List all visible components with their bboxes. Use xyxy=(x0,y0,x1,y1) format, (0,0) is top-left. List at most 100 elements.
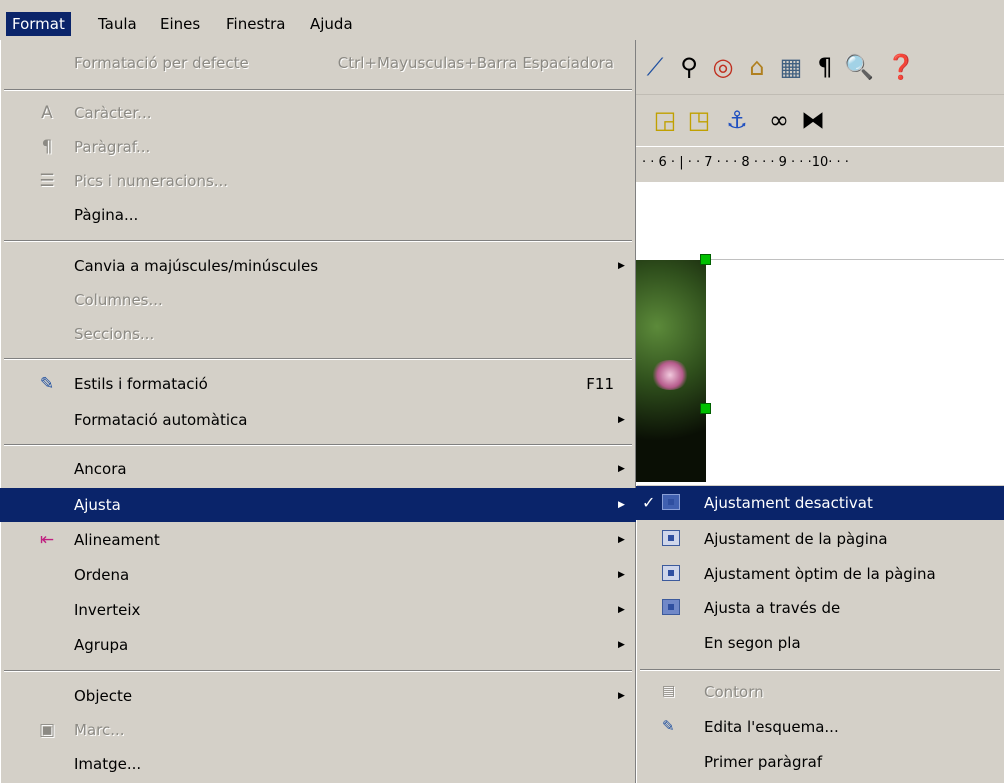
submenu-arrow-icon: ▶ xyxy=(618,570,625,580)
submenu-item-label: Ajustament desactivat xyxy=(704,494,873,512)
menu-item-label: Ajusta xyxy=(74,496,121,514)
resize-handle-middle[interactable] xyxy=(700,403,711,414)
bring-to-front-icon[interactable]: ◲ xyxy=(650,105,680,135)
character-icon: A xyxy=(41,103,53,123)
menu-ajuda[interactable]: Ajuda xyxy=(304,12,359,36)
help-icon[interactable]: ❓ xyxy=(886,52,916,82)
submenu-arrow-icon: ▶ xyxy=(618,640,625,650)
menu-item-autoformat[interactable]: Formatació automàtica ▶ xyxy=(0,403,636,437)
flower-detail xyxy=(650,360,690,390)
bullets-icon: ☰ xyxy=(39,171,55,191)
submenu-arrow-icon: ▶ xyxy=(618,464,625,474)
submenu-item-in-background[interactable]: En segon pla xyxy=(636,626,1004,660)
menu-item-label: Alineament xyxy=(74,531,160,549)
menu-separator xyxy=(4,358,632,360)
menu-item-anchor[interactable]: Ancora ▶ xyxy=(0,452,636,486)
submenu-item-label: Contorn xyxy=(704,683,764,701)
menu-separator xyxy=(4,444,632,446)
menu-bar: Format Taula Eines Finestra Ajuda xyxy=(0,0,1004,40)
menu-item-shortcut: F11 xyxy=(586,375,614,393)
gallery-icon[interactable]: ⌂ xyxy=(742,52,772,82)
menu-item-page[interactable]: Pàgina... xyxy=(0,198,636,232)
link-frames-icon[interactable]: ∞ xyxy=(764,105,794,135)
submenu-item-label: Ajusta a través de xyxy=(704,599,841,617)
menu-eines[interactable]: Eines xyxy=(154,12,206,36)
edit-contour-icon: ✎ xyxy=(662,717,675,735)
menu-item-character[interactable]: A Caràcter... xyxy=(0,96,636,130)
menu-format[interactable]: Format xyxy=(6,12,71,36)
submenu-item-edit-contour[interactable]: ✎ Edita l'esquema... xyxy=(636,710,1004,744)
wrap-off-icon xyxy=(662,494,680,510)
submenu-item-page-wrap[interactable]: Ajustament de la pàgina xyxy=(636,522,1004,556)
menu-item-paragraph[interactable]: ¶ Paràgraf... xyxy=(0,130,636,164)
submenu-item-wrap-off[interactable]: ✓ Ajustament desactivat xyxy=(636,486,1004,520)
menu-item-label: Paràgraf... xyxy=(74,138,151,156)
menu-item-group[interactable]: Agrupa ▶ xyxy=(0,628,636,662)
submenu-item-contour[interactable]: ▤ Contorn xyxy=(636,675,1004,709)
submenu-arrow-icon: ▶ xyxy=(618,500,625,510)
submenu-arrow-icon: ▶ xyxy=(618,415,625,425)
navigator-icon[interactable]: ◎ xyxy=(708,52,738,82)
menu-item-label: Imatge... xyxy=(74,755,142,773)
menu-item-wrap[interactable]: Ajusta ▶ xyxy=(0,488,636,522)
menu-item-label: Objecte xyxy=(74,687,133,705)
anchor-icon[interactable]: ⚓ xyxy=(722,105,752,135)
resize-handle-top[interactable] xyxy=(700,254,711,265)
menu-separator xyxy=(640,669,1000,671)
formatting-marks-icon[interactable]: ¶ xyxy=(810,52,840,82)
menu-separator xyxy=(4,240,632,242)
submenu-item-optimal-page-wrap[interactable]: Ajustament òptim de la pàgina xyxy=(636,557,1004,591)
menu-item-default-formatting[interactable]: Formatació per defecte Ctrl+Mayusculas+B… xyxy=(0,46,636,80)
submenu-item-label: Primer paràgraf xyxy=(704,753,823,771)
menu-separator xyxy=(4,89,632,91)
data-sources-icon[interactable]: ▦ xyxy=(776,52,806,82)
menu-item-label: Pics i numeracions... xyxy=(74,172,229,190)
submenu-arrow-icon: ▶ xyxy=(618,535,625,545)
menu-item-sections[interactable]: Seccions... xyxy=(0,317,636,351)
menu-item-columns[interactable]: Columnes... xyxy=(0,283,636,317)
menu-item-change-case[interactable]: Canvia a majúscules/minúscules ▶ xyxy=(0,249,636,283)
submenu-item-first-paragraph[interactable]: Primer paràgraf xyxy=(636,745,1004,779)
hyperlink-icon[interactable]: ⟋ xyxy=(640,52,670,82)
ruler-ticks: · · 6 · | · · 7 · · · 8 · · · 9 · · ·10·… xyxy=(642,155,849,170)
menu-item-label: Canvia a majúscules/minúscules xyxy=(74,257,319,275)
menu-item-styles-formatting[interactable]: ✎ Estils i formatació F11 xyxy=(0,367,636,401)
alignment-icon: ⇤ xyxy=(39,530,55,550)
menu-item-image[interactable]: Imatge... xyxy=(0,747,636,781)
menu-item-label: Agrupa xyxy=(74,636,129,654)
submenu-arrow-icon: ▶ xyxy=(618,605,625,615)
checkmark-icon: ✓ xyxy=(642,493,656,512)
zoom-icon[interactable]: 🔍 xyxy=(844,52,874,82)
menu-item-object[interactable]: Objecte ▶ xyxy=(0,679,636,713)
unlink-frames-icon[interactable]: ⧓ xyxy=(798,105,828,135)
menu-item-label: Formatació automàtica xyxy=(74,411,248,429)
menu-item-label: Ordena xyxy=(74,566,130,584)
menu-item-frame[interactable]: ▣ Marc... xyxy=(0,713,636,747)
menu-item-label: Inverteix xyxy=(74,601,141,619)
menu-item-label: Pàgina... xyxy=(74,206,139,224)
menu-taula[interactable]: Taula xyxy=(92,12,143,36)
format-menu: Formatació per defecte Ctrl+Mayusculas+B… xyxy=(0,40,636,783)
horizontal-ruler: · · 6 · | · · 7 · · · 8 · · · 9 · · ·10·… xyxy=(636,146,1004,184)
menu-item-arrange[interactable]: Ordena ▶ xyxy=(0,558,636,592)
menu-finestra[interactable]: Finestra xyxy=(220,12,292,36)
page-border-line xyxy=(706,259,1004,260)
send-to-back-icon[interactable]: ◳ xyxy=(684,105,714,135)
menu-item-label: Ancora xyxy=(74,460,127,478)
standard-toolbar: ⟋ ⚲ ◎ ⌂ ▦ ¶ 🔍 ❓ xyxy=(636,40,1004,95)
menu-item-bullets-numbering[interactable]: ☰ Pics i numeracions... xyxy=(0,164,636,198)
frame-toolbar: ◲ ◳ ⚓ ∞ ⧓ xyxy=(636,95,1004,145)
styles-icon: ✎ xyxy=(39,374,55,394)
submenu-arrow-icon: ▶ xyxy=(618,261,625,271)
submenu-item-label: Edita l'esquema... xyxy=(704,718,839,736)
menu-item-alignment[interactable]: ⇤ Alineament ▶ xyxy=(0,523,636,557)
submenu-item-wrap-through[interactable]: Ajusta a través de xyxy=(636,591,1004,625)
menu-item-shortcut: Ctrl+Mayusculas+Barra Espaciadora xyxy=(337,54,614,72)
find-replace-icon[interactable]: ⚲ xyxy=(674,52,704,82)
menu-item-label: Seccions... xyxy=(74,325,155,343)
menu-item-label: Estils i formatació xyxy=(74,375,208,393)
frame-icon: ▣ xyxy=(38,720,56,740)
menu-item-flip[interactable]: Inverteix ▶ xyxy=(0,593,636,627)
menu-separator xyxy=(4,670,632,672)
submenu-item-label: Ajustament òptim de la pàgina xyxy=(704,565,936,583)
